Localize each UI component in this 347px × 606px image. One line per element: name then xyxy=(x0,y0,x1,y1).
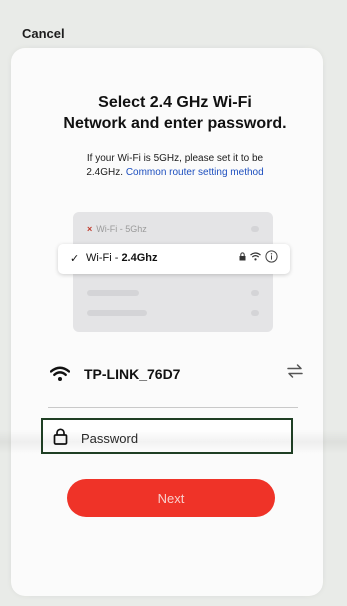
subtitle-prefix: 2.4GHz. xyxy=(86,167,124,178)
next-button[interactable]: Next xyxy=(67,479,275,517)
blur-dot xyxy=(251,310,259,316)
page-title: Select 2.4 GHz Wi-Fi Network and enter p… xyxy=(40,92,310,134)
check-icon: ✓ xyxy=(70,253,80,265)
lock-small-icon xyxy=(239,252,246,261)
blur-dot xyxy=(251,226,259,232)
wifi-icon xyxy=(50,366,70,381)
password-field[interactable] xyxy=(41,418,293,454)
swap-icon[interactable] xyxy=(286,363,304,379)
title-line-2: Network and enter password. xyxy=(63,115,287,132)
illus-selected-row-24ghz: ✓ Wi-Fi - 2.4Ghz xyxy=(58,244,290,274)
signal-icon xyxy=(250,252,261,261)
selected-network-row[interactable]: TP-LINK_76D7 xyxy=(48,360,304,390)
blur-line xyxy=(87,290,139,296)
network-divider xyxy=(48,407,298,408)
title-line-1: Select 2.4 GHz Wi-Fi xyxy=(98,94,252,111)
network-name: TP-LINK_76D7 xyxy=(84,366,181,382)
subtitle-line-1: If your Wi-Fi is 5GHz, please set it to … xyxy=(86,153,264,164)
info-icon xyxy=(265,250,278,263)
lock-icon xyxy=(53,428,68,445)
illus-row-5g: × Wi-Fi - 5Ghz xyxy=(87,224,147,234)
cancel-button[interactable]: Cancel xyxy=(22,26,65,41)
router-settings-link[interactable]: Common router setting method xyxy=(126,167,264,178)
illus-row-icons xyxy=(239,250,278,263)
x-icon: × xyxy=(87,224,93,234)
blur-dot xyxy=(251,290,259,296)
subtitle-line-2: 2.4GHz. Common router setting method xyxy=(40,166,310,180)
page-subtitle: If your Wi-Fi is 5GHz, please set it to … xyxy=(40,152,310,180)
blur-line xyxy=(87,310,147,316)
illus-row-24-label: Wi-Fi - 2.4Ghz xyxy=(86,252,158,264)
password-input[interactable] xyxy=(79,426,283,450)
